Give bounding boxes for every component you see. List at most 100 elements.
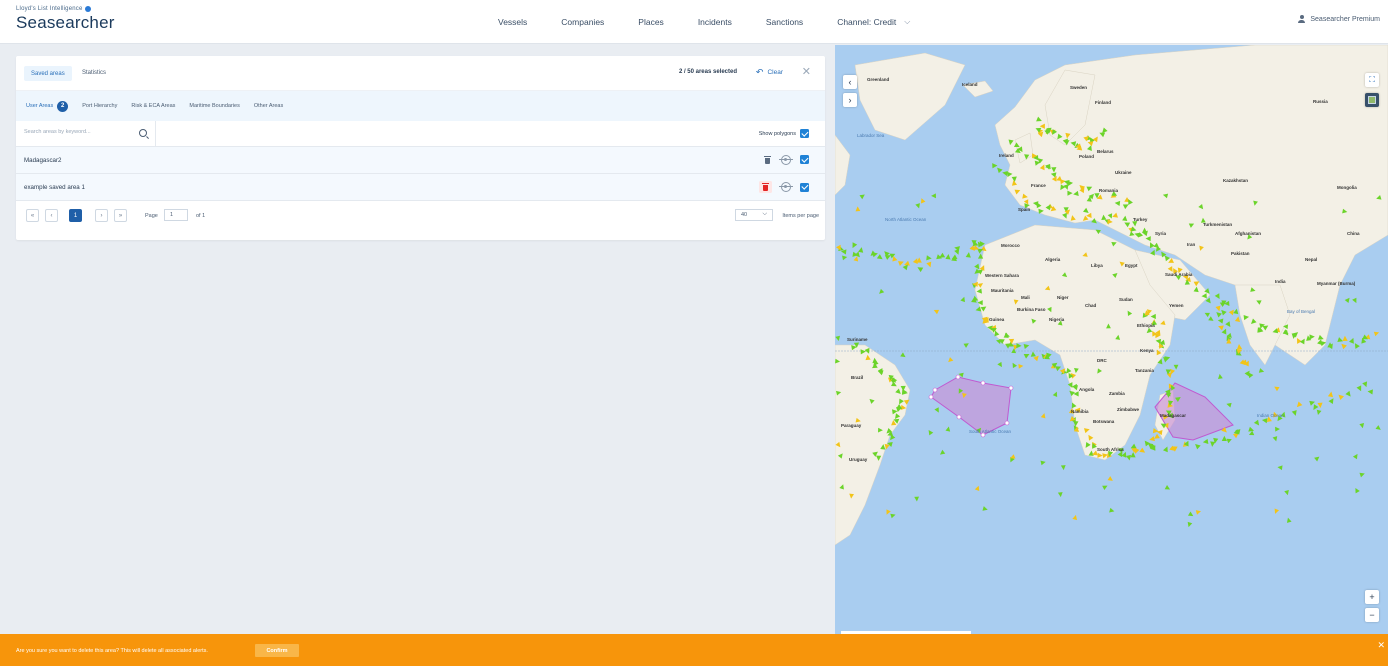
vessel-marker[interactable]: [1186, 521, 1193, 528]
vessel-marker[interactable]: [898, 259, 905, 266]
table-row[interactable]: Madagascar2: [16, 147, 825, 174]
user-menu[interactable]: Seasearcher Premium: [1298, 15, 1380, 23]
vessel-marker[interactable]: [939, 449, 946, 457]
collapse-panel-button[interactable]: ‹: [843, 75, 857, 89]
chevron-down-icon[interactable]: ⌵: [904, 17, 910, 27]
vessel-marker[interactable]: [931, 193, 936, 199]
vessel-marker[interactable]: [945, 254, 951, 260]
vessel-marker[interactable]: [1109, 507, 1115, 514]
vessel-marker[interactable]: [1018, 363, 1024, 369]
trash-icon[interactable]: [763, 154, 772, 165]
nav-sanctions[interactable]: Sanctions: [766, 17, 803, 27]
prev-page-button[interactable]: ‹: [45, 209, 58, 222]
brand-logo[interactable]: Lloyd's List Intelligence Seasearcher: [16, 6, 115, 33]
vessel-marker[interactable]: [1102, 483, 1108, 490]
vessel-marker[interactable]: [1187, 511, 1195, 519]
vessel-marker[interactable]: [1023, 343, 1030, 350]
vessel-marker[interactable]: [1023, 352, 1031, 359]
vessel-marker[interactable]: [1040, 460, 1046, 466]
table-row[interactable]: example saved area 1: [16, 174, 825, 201]
vessel-marker[interactable]: [1328, 397, 1335, 404]
vessel-marker[interactable]: [842, 255, 848, 261]
tab-statistics[interactable]: Statistics: [82, 70, 106, 76]
nav-channel-credit[interactable]: Channel: Credit: [837, 17, 896, 27]
vessel-marker[interactable]: [1173, 364, 1179, 370]
close-icon[interactable]: ✕: [1377, 640, 1385, 651]
vessel-marker[interactable]: [1352, 297, 1358, 304]
zoom-out-button[interactable]: −: [1365, 608, 1379, 622]
vessel-marker[interactable]: [926, 261, 933, 269]
vessel-marker[interactable]: [859, 193, 866, 200]
vessel-marker[interactable]: [1164, 485, 1172, 492]
vessel-marker[interactable]: [1277, 465, 1283, 471]
vessel-marker[interactable]: [927, 429, 934, 436]
next-page-button[interactable]: ›: [95, 209, 108, 222]
vessel-marker[interactable]: [1275, 426, 1280, 432]
vessel-marker[interactable]: [855, 206, 861, 212]
vessel-marker[interactable]: [835, 335, 841, 342]
nav-vessels[interactable]: Vessels: [498, 17, 527, 27]
vessel-marker[interactable]: [1226, 402, 1232, 408]
vessel-marker[interactable]: [1286, 517, 1292, 523]
vessel-marker[interactable]: [1215, 310, 1222, 318]
vessel-marker[interactable]: [1217, 373, 1223, 379]
vessel-marker[interactable]: [1261, 417, 1268, 424]
vessel-marker[interactable]: [1215, 305, 1221, 312]
map-view[interactable]: Greenland Iceland Sweden Finland Russia …: [835, 45, 1388, 635]
vessel-marker[interactable]: [1040, 412, 1047, 419]
area-visible-checkbox[interactable]: [800, 182, 809, 192]
search-input[interactable]: [24, 129, 124, 135]
tab-port-hierarchy[interactable]: Port Hierarchy: [82, 103, 117, 109]
vessel-marker[interactable]: [1373, 330, 1380, 337]
vessel-marker[interactable]: [919, 197, 926, 204]
search-icon[interactable]: [139, 129, 147, 137]
vessel-marker[interactable]: [947, 357, 954, 364]
vessel-marker[interactable]: [1217, 318, 1224, 324]
locate-icon[interactable]: [779, 182, 793, 192]
expand-panel-button[interactable]: ›: [843, 93, 857, 107]
vessel-marker[interactable]: [1273, 508, 1280, 515]
vessel-marker[interactable]: [974, 485, 981, 492]
vessel-marker[interactable]: [884, 509, 891, 515]
show-polygons-toggle[interactable]: Show polygons: [759, 129, 809, 138]
vessel-marker[interactable]: [1253, 419, 1261, 427]
vessel-marker[interactable]: [1195, 509, 1202, 515]
vessel-marker[interactable]: [889, 251, 897, 259]
area-visible-checkbox[interactable]: [800, 155, 809, 164]
trash-icon[interactable]: [759, 181, 772, 193]
vessel-marker[interactable]: [997, 361, 1004, 369]
vessel-marker[interactable]: [1352, 453, 1360, 460]
vessel-marker[interactable]: [1052, 391, 1059, 398]
close-icon[interactable]: ✕: [802, 65, 811, 78]
vessel-marker[interactable]: [965, 252, 972, 258]
tab-user-areas[interactable]: User Areas 2: [26, 100, 69, 112]
vessel-marker[interactable]: [1016, 343, 1022, 349]
vessel-marker[interactable]: [1342, 335, 1348, 342]
vessel-marker[interactable]: [1272, 436, 1279, 442]
vessel-marker[interactable]: [1130, 452, 1136, 458]
vessel-marker[interactable]: [1233, 308, 1239, 315]
vessel-marker[interactable]: [915, 203, 921, 209]
vessel-marker[interactable]: [963, 341, 971, 348]
vessel-marker[interactable]: [1162, 445, 1170, 453]
vessel-marker[interactable]: [1210, 441, 1216, 447]
vessel-marker[interactable]: [1356, 385, 1364, 392]
vessel-marker[interactable]: [1208, 316, 1215, 323]
vessel-marker[interactable]: [1060, 465, 1066, 471]
tab-saved-areas[interactable]: Saved areas: [24, 66, 72, 81]
vessel-marker[interactable]: [1337, 393, 1344, 401]
vessel-marker[interactable]: [1193, 442, 1201, 450]
vessel-marker[interactable]: [1316, 409, 1322, 416]
vessel-marker[interactable]: [945, 426, 951, 432]
vessel-marker[interactable]: [1295, 401, 1303, 409]
nav-places[interactable]: Places: [638, 17, 664, 27]
vessel-marker[interactable]: [1273, 385, 1280, 392]
vessel-marker[interactable]: [1149, 436, 1155, 442]
vessel-marker[interactable]: [1214, 293, 1222, 300]
vessel-marker[interactable]: [858, 247, 864, 253]
vessel-marker[interactable]: [916, 257, 922, 263]
vessel-marker[interactable]: [926, 255, 932, 261]
vessel-marker[interactable]: [1163, 357, 1169, 363]
vessel-marker[interactable]: [1367, 389, 1373, 395]
vessel-marker[interactable]: [869, 250, 877, 258]
